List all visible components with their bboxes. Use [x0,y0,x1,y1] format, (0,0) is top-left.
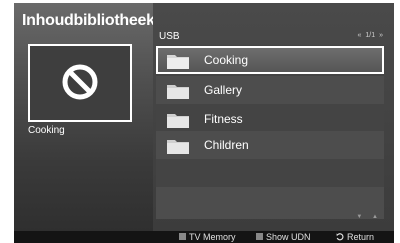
list-item-label: Fitness [204,112,243,126]
scroll-arrows: ▼ ▲ [348,214,378,220]
folder-icon [167,114,189,128]
pager: « 1/1 » [357,32,384,39]
app-title: Inhoudbibliotheek [22,12,155,29]
list-item-fitness[interactable]: Fitness [156,105,384,133]
return-icon [336,233,344,241]
color-key-icon [256,233,263,240]
folder-icon [167,55,189,69]
preview-thumbnail [28,44,132,122]
pager-prev-button[interactable]: « [358,32,362,39]
tv-memory-label: TV Memory [189,232,236,242]
list-item-label: Children [204,138,249,152]
source-label: USB [159,31,180,42]
show-udn-label: Show UDN [266,232,311,242]
preview-caption: Cooking [28,125,65,136]
return-button[interactable]: Return [336,232,374,242]
list-item-empty [156,159,384,187]
left-panel: Inhoudbibliotheek Cooking [14,3,155,231]
footer-bar: TV Memory Show UDN Return [14,231,394,243]
no-content-icon [62,64,98,100]
list-item-cooking[interactable]: Cooking [156,46,384,74]
pager-next-button[interactable]: » [379,32,383,39]
folder-icon [167,85,189,99]
list-item-label: Gallery [204,83,243,97]
tv-memory-button[interactable]: TV Memory [179,232,236,242]
list-item-children[interactable]: Children [156,131,384,159]
right-panel: USB « 1/1 » Cooking Gallery Fitness Chil… [153,3,394,231]
scroll-up-button[interactable]: ▲ [372,214,378,220]
content-library-screen: Inhoudbibliotheek Cooking USB « 1/1 » Co… [14,3,394,243]
show-udn-button[interactable]: Show UDN [256,232,311,242]
pager-page-indicator: 1/1 [365,32,376,39]
folder-list: Cooking Gallery Fitness Children [156,45,384,219]
list-item-gallery[interactable]: Gallery [156,76,384,104]
return-label: Return [347,232,375,242]
list-item-label: Cooking [204,53,249,67]
folder-icon [167,140,189,154]
scroll-down-button[interactable]: ▼ [356,214,362,220]
color-key-icon [179,233,186,240]
